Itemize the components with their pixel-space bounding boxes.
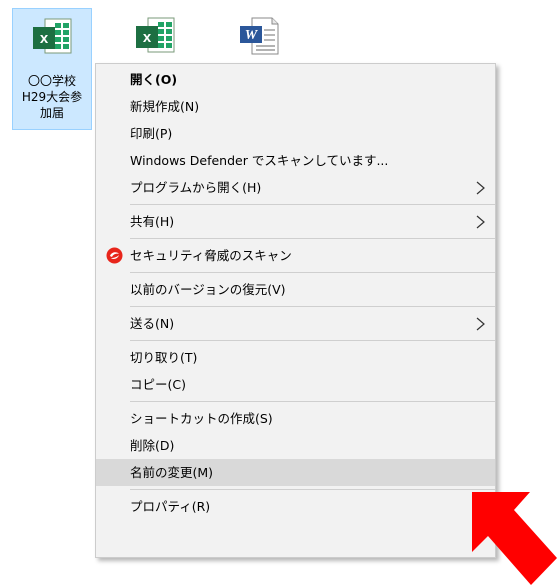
menu-item-label: セキュリティ脅威のスキャン — [130, 248, 292, 263]
svg-text:x: x — [40, 30, 49, 47]
menu-item-label: Windows Defender でスキャンしています... — [130, 153, 389, 168]
menu-item-label: 削除(D) — [130, 438, 175, 453]
menu-separator — [130, 306, 495, 307]
menu-item-copy[interactable]: コピー(C) — [96, 371, 495, 398]
menu-item-send-to[interactable]: 送る(N) — [96, 310, 495, 337]
menu-item-restore-versions[interactable]: 以前のバージョンの復元(V) — [96, 276, 495, 303]
svg-text:W: W — [245, 28, 259, 43]
desktop-file-caption: 〇〇学校 H29大会参 加届 — [21, 74, 83, 120]
menu-item-print[interactable]: 印刷(P) — [96, 120, 495, 147]
menu-item-label: 切り取り(T) — [130, 350, 198, 365]
excel-icon: x — [33, 18, 72, 54]
menu-item-security-scan[interactable]: セキュリティ脅威のスキャン — [96, 242, 495, 269]
menu-item-share[interactable]: 共有(H) — [96, 208, 495, 235]
menu-item-open-with[interactable]: プログラムから開く(H) — [96, 174, 495, 201]
menu-separator — [130, 204, 495, 205]
menu-item-label: 共有(H) — [130, 214, 175, 229]
menu-item-label: 新規作成(N) — [130, 99, 200, 114]
menu-separator — [130, 272, 495, 273]
menu-item-label: コピー(C) — [130, 377, 186, 392]
menu-item-rename[interactable]: 名前の変更(M) — [96, 459, 495, 486]
menu-item-new[interactable]: 新規作成(N) — [96, 93, 495, 120]
menu-item-label: プログラムから開く(H) — [130, 180, 262, 195]
security-scan-icon — [106, 247, 123, 264]
menu-separator — [130, 340, 495, 341]
svg-text:x: x — [143, 29, 152, 46]
menu-item-defender-scan[interactable]: Windows Defender でスキャンしています... — [96, 147, 495, 174]
menu-separator — [130, 238, 495, 239]
menu-item-label: 開く(O) — [130, 72, 178, 87]
chevron-right-icon — [476, 215, 485, 229]
menu-item-label: プロパティ(R) — [130, 499, 211, 514]
menu-item-delete[interactable]: 削除(D) — [96, 432, 495, 459]
menu-item-label: 印刷(P) — [130, 126, 173, 141]
menu-item-create-shortcut[interactable]: ショートカットの作成(S) — [96, 405, 495, 432]
red-arrow-annotation — [472, 492, 557, 585]
chevron-right-icon — [476, 181, 485, 195]
menu-item-open[interactable]: 開く(O) — [96, 66, 495, 93]
menu-item-label: 以前のバージョンの復元(V) — [130, 282, 286, 297]
menu-separator — [130, 489, 495, 490]
menu-item-properties[interactable]: プロパティ(R) — [96, 493, 495, 520]
menu-item-cut[interactable]: 切り取り(T) — [96, 344, 495, 371]
desktop-file-excel-selected[interactable]: x 〇〇学校 H29大会参 加届 — [12, 8, 92, 130]
chevron-right-icon — [476, 317, 485, 331]
desktop: x 〇〇学校 H29大会参 加届 x W 開く(O) 新規作成(N) 印刷(P)… — [0, 0, 557, 585]
context-menu: 開く(O) 新規作成(N) 印刷(P) Windows Defender でスキ… — [95, 63, 496, 558]
menu-separator — [130, 401, 495, 402]
menu-item-label: 送る(N) — [130, 316, 175, 331]
excel-icon: x — [136, 17, 175, 53]
menu-item-label: ショートカットの作成(S) — [130, 411, 273, 426]
menu-item-label: 名前の変更(M) — [130, 465, 214, 480]
word-icon: W — [240, 17, 279, 55]
